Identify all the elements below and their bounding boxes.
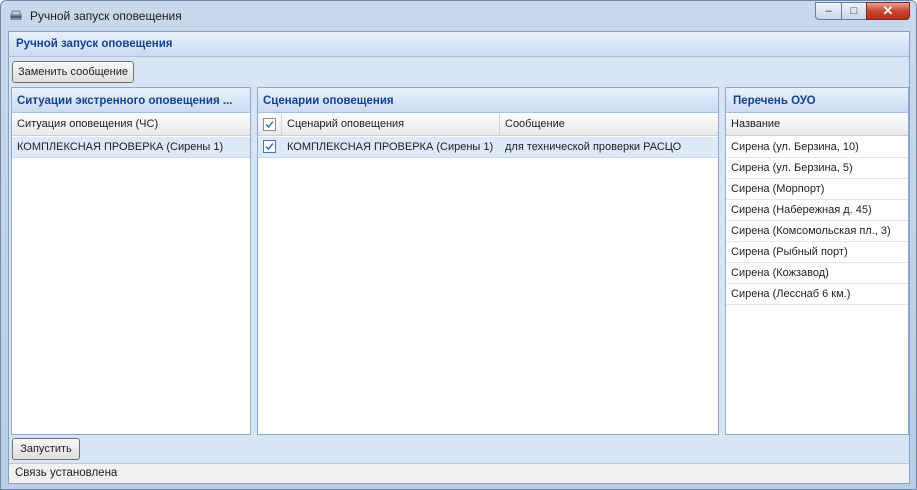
ouo-name: Сирена (ул. Берзина, 10) xyxy=(731,141,859,153)
list-item[interactable]: Сирена (Набережная д. 45) xyxy=(726,200,908,221)
column-name[interactable]: Название xyxy=(726,114,908,136)
ouo-name: Сирена (Комсомольская пл., 3) xyxy=(731,225,891,237)
list-item[interactable]: Сирена (ул. Берзина, 5) xyxy=(726,158,908,179)
ouo-name: Сирена (ул. Берзина, 5) xyxy=(731,162,853,174)
table-row[interactable]: КОМПЛЕКСНАЯ ПРОВЕРКА (Сирены 1) xyxy=(12,137,250,158)
list-item[interactable]: Сирена (Лесснаб 6 км.) xyxy=(726,284,908,305)
scenarios-pane: Сценарии оповещения Сценарий оповещения … xyxy=(257,87,719,435)
situations-title: Ситуации экстренного оповещения ... xyxy=(17,95,233,107)
row-checkbox[interactable] xyxy=(263,140,276,153)
ouo-column-header: Название xyxy=(726,114,908,136)
scenarios-column-header: Сценарий оповещения Сообщение xyxy=(258,114,718,136)
client-area: Ручной запуск оповещения Заменить сообще… xyxy=(8,31,910,484)
situations-column-header: Ситуация оповещения (ЧС) xyxy=(12,114,250,136)
ouo-name: Сирена (Лесснаб 6 км.) xyxy=(731,288,851,300)
minimize-button[interactable]: – xyxy=(815,2,841,20)
situations-header: Ситуации экстренного оповещения ... xyxy=(12,88,250,113)
ouo-name: Сирена (Кожзавод) xyxy=(731,267,829,279)
ouo-name: Сирена (Рыбный порт) xyxy=(731,246,848,258)
checkmark-icon xyxy=(265,120,274,129)
ouo-pane: Перечень ОУО Название Сирена (ул. Берзин… xyxy=(725,87,909,435)
table-row[interactable]: КОМПЛЕКСНАЯ ПРОВЕРКА (Сирены 1) для техн… xyxy=(258,137,718,158)
title-bar[interactable]: Ручной запуск оповещения – □ ✕ xyxy=(1,1,916,31)
maximize-icon: □ xyxy=(850,5,858,17)
situations-pane: Ситуации экстренного оповещения ... Ситу… xyxy=(11,87,251,435)
ouo-title: Перечень ОУО xyxy=(733,95,816,107)
column-situation[interactable]: Ситуация оповещения (ЧС) xyxy=(12,114,250,136)
ouo-name: Сирена (Набережная д. 45) xyxy=(731,204,872,216)
window-controls: – □ ✕ xyxy=(815,2,910,21)
window-title: Ручной запуск оповещения xyxy=(30,9,182,23)
status-bar: Связь установлена xyxy=(9,463,909,483)
app-window: Ручной запуск оповещения – □ ✕ Ручной за… xyxy=(0,0,917,490)
checkmark-icon xyxy=(265,142,274,151)
maximize-button[interactable]: □ xyxy=(841,2,866,20)
status-text: Связь установлена xyxy=(15,467,118,479)
message-cell: для технической проверки РАСЦО xyxy=(505,141,682,153)
column-scenario[interactable]: Сценарий оповещения xyxy=(282,114,500,136)
run-button[interactable]: Запустить xyxy=(12,438,80,460)
panel-title: Ручной запуск оповещения xyxy=(16,38,173,50)
app-icon xyxy=(10,10,22,20)
list-item[interactable]: Сирена (Рыбный порт) xyxy=(726,242,908,263)
scenarios-header: Сценарии оповещения xyxy=(258,88,718,113)
ouo-header: Перечень ОУО xyxy=(726,88,908,113)
minimize-icon: – xyxy=(825,5,832,17)
replace-message-button[interactable]: Заменить сообщение xyxy=(12,61,134,83)
situation-cell: КОМПЛЕКСНАЯ ПРОВЕРКА (Сирены 1) xyxy=(17,141,224,153)
select-all-checkbox[interactable] xyxy=(263,118,276,131)
panel-header: Ручной запуск оповещения xyxy=(9,32,909,57)
list-item[interactable]: Сирена (ул. Берзина, 10) xyxy=(726,137,908,158)
list-item[interactable]: Сирена (Кожзавод) xyxy=(726,263,908,284)
list-item[interactable]: Сирена (Морпорт) xyxy=(726,179,908,200)
ouo-name: Сирена (Морпорт) xyxy=(731,183,825,195)
scenario-cell: КОМПЛЕКСНАЯ ПРОВЕРКА (Сирены 1) xyxy=(287,141,494,153)
list-item[interactable]: Сирена (Комсомольская пл., 3) xyxy=(726,221,908,242)
close-icon: ✕ xyxy=(882,3,894,18)
column-message[interactable]: Сообщение xyxy=(500,114,718,136)
close-button[interactable]: ✕ xyxy=(866,2,910,20)
scenarios-title: Сценарии оповещения xyxy=(263,95,394,107)
